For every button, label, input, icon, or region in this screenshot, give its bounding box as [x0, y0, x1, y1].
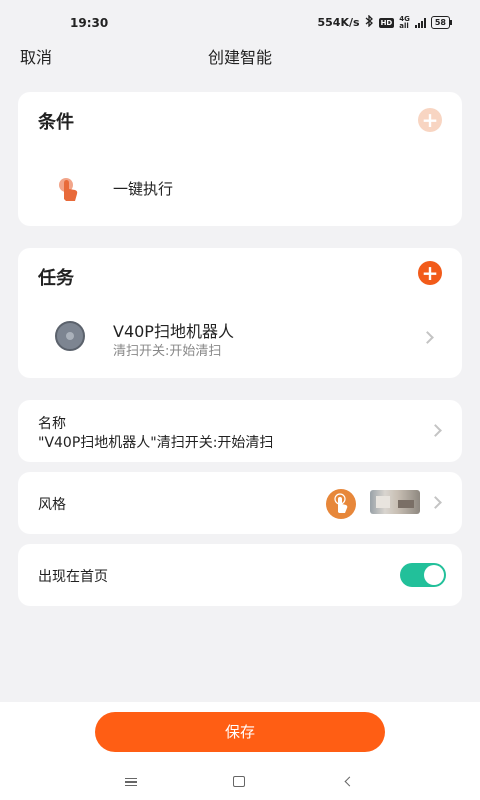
- device-name: V40P扫地机器人: [113, 322, 234, 341]
- save-button[interactable]: 保存: [95, 712, 385, 752]
- hand-tap-icon: [55, 175, 85, 205]
- condition-item-label: 一键执行: [113, 180, 174, 198]
- add-condition-plus-icon[interactable]: +: [418, 108, 442, 132]
- name-label: 名称: [38, 416, 66, 432]
- device-action: 清扫开关:开始清扫: [113, 344, 222, 359]
- hand-tap-style-icon: [326, 489, 356, 519]
- status-time: 19:30: [70, 16, 109, 30]
- add-task-plus-icon[interactable]: +: [418, 261, 442, 285]
- style-row[interactable]: 风格: [18, 472, 462, 534]
- task-section-title: 任务: [38, 268, 74, 289]
- signal-icon: [414, 17, 426, 28]
- battery-icon: 58: [430, 16, 453, 29]
- condition-section-title: 条件: [38, 112, 74, 133]
- homepage-label: 出现在首页: [38, 569, 108, 585]
- hd-badge: HD: [378, 17, 395, 28]
- header: 创建智能 取消: [0, 44, 480, 74]
- task-card: 任务 + V40P扫地机器人 清扫开关:开始清扫: [18, 248, 462, 378]
- homepage-toggle[interactable]: [400, 563, 446, 587]
- status-bar: 19:30 554K/s HD 4G all 58: [0, 0, 480, 44]
- net-speed: 554K/s: [317, 16, 360, 29]
- chevron-right-icon: [421, 331, 434, 344]
- cancel-button[interactable]: 取消: [20, 44, 52, 68]
- page-title: 创建智能: [207, 48, 272, 67]
- status-icons: 554K/s HD 4G all 58: [317, 14, 453, 30]
- robot-vacuum-icon: [55, 321, 85, 351]
- bottom-bar: 保存: [0, 702, 480, 800]
- condition-card: 条件 + 一键执行: [18, 92, 462, 226]
- nav-menu-icon[interactable]: [125, 778, 137, 786]
- nav-home-icon[interactable]: [233, 776, 245, 787]
- bluetooth-icon: [365, 14, 374, 30]
- name-value: "V40P扫地机器人"清扫开关:开始清扫: [38, 435, 274, 451]
- homepage-row: 出现在首页: [18, 544, 462, 606]
- style-label: 风格: [38, 497, 66, 513]
- name-row[interactable]: 名称 "V40P扫地机器人"清扫开关:开始清扫: [18, 400, 462, 462]
- toggle-knob: [424, 565, 444, 585]
- network-type: 4G all: [399, 14, 410, 30]
- chevron-right-icon: [429, 496, 442, 509]
- nav-back-icon[interactable]: [344, 776, 355, 787]
- style-background-thumbnail: [370, 490, 420, 514]
- chevron-right-icon: [429, 424, 442, 437]
